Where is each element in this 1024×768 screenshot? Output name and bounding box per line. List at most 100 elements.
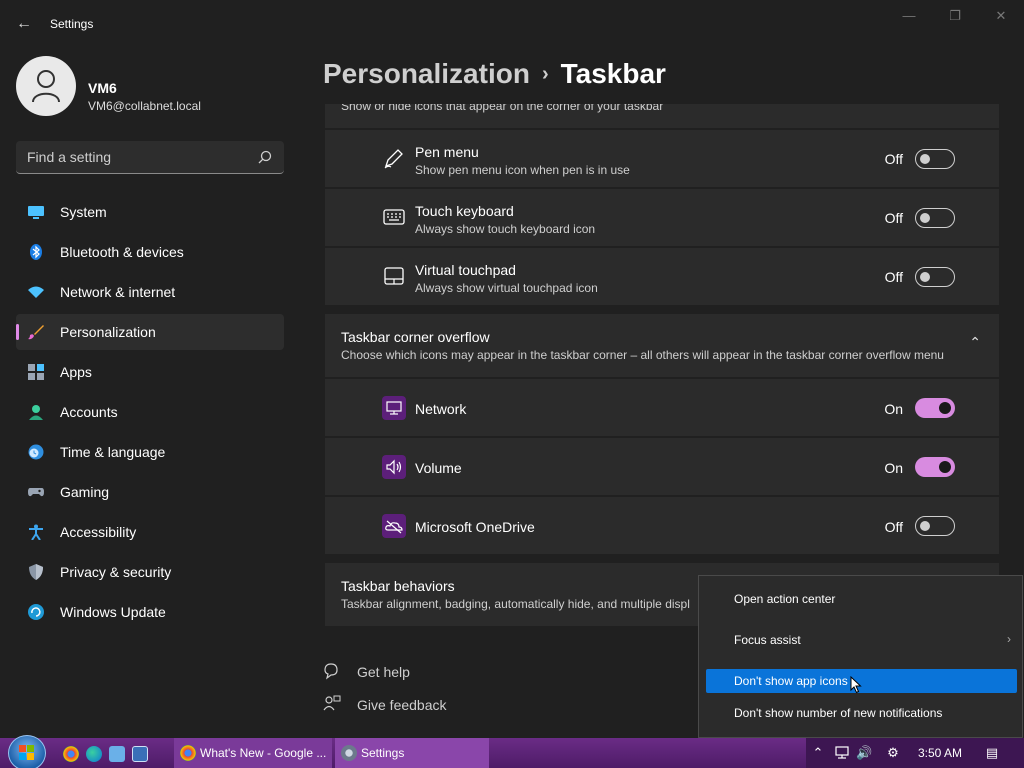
tray-chevron-up-icon[interactable]: ⌃: [810, 745, 826, 761]
mouse-cursor-icon: [850, 676, 862, 694]
user-email: VM6@collabnet.local: [88, 99, 201, 113]
virtual-touchpad-row: Virtual touchpad Always show virtual tou…: [325, 248, 999, 305]
apps-icon: [28, 364, 44, 380]
start-button[interactable]: [8, 735, 46, 768]
sidebar-item-network[interactable]: Network & internet: [16, 274, 284, 310]
get-help-link[interactable]: Get help: [357, 664, 410, 680]
chevron-right-icon: ›: [1007, 632, 1011, 646]
row-subtitle: Always show virtual touchpad icon: [415, 281, 598, 295]
sidebar-item-system[interactable]: System: [16, 194, 284, 230]
network-overflow-row: Network On: [325, 379, 999, 436]
user-profile[interactable]: VM6 VM6@collabnet.local: [16, 56, 296, 118]
toggle-knob: [920, 272, 930, 282]
pen-menu-toggle[interactable]: [915, 149, 955, 169]
corner-icons-subtitle: Show or hide icons that appear on the co…: [341, 104, 664, 113]
sidebar-nav: System Bluetooth & devices Network & int…: [16, 194, 284, 634]
feedback-icon: [323, 695, 341, 711]
menu-item-dont-show-notification-count[interactable]: Don't show number of new notifications: [706, 701, 1017, 725]
sidebar-item-apps[interactable]: Apps: [16, 354, 284, 390]
toggle-knob: [939, 402, 951, 414]
person-icon: [29, 405, 43, 420]
page-title: Taskbar: [560, 58, 666, 89]
sidebar-item-label: Network & internet: [60, 284, 176, 300]
sidebar-item-accessibility[interactable]: Accessibility: [16, 514, 284, 550]
close-button[interactable]: ✕: [978, 6, 1024, 36]
toggle-state-label: Off: [884, 210, 903, 226]
toggle-state-label: Off: [884, 519, 903, 535]
row-title: Touch keyboard: [415, 203, 514, 219]
taskbar-clock[interactable]: 3:50 AM: [918, 746, 962, 760]
desktop-quicklaunch-icon[interactable]: [132, 746, 148, 762]
sidebar-item-bluetooth[interactable]: Bluetooth & devices: [16, 234, 284, 270]
section-subtitle: Taskbar alignment, badging, automaticall…: [341, 597, 690, 611]
edge-quicklaunch-icon[interactable]: [86, 746, 102, 762]
menu-item-label: Don't show app icons: [734, 674, 848, 688]
row-title: Volume: [415, 460, 462, 476]
tray-settings-icon[interactable]: ⚙: [885, 745, 901, 761]
virtual-touchpad-toggle[interactable]: [915, 267, 955, 287]
section-subtitle: Choose which icons may appear in the tas…: [341, 348, 944, 362]
user-avatar-icon: [32, 70, 60, 103]
back-arrow-icon: ←: [16, 15, 32, 32]
volume-overflow-row: Volume On: [325, 438, 999, 495]
breadcrumb-parent[interactable]: Personalization: [323, 58, 530, 89]
explorer-quicklaunch-icon[interactable]: [109, 746, 125, 762]
volume-toggle[interactable]: [915, 457, 955, 477]
minimize-button[interactable]: —: [886, 6, 932, 36]
maximize-button[interactable]: ❐: [932, 6, 978, 36]
sidebar-item-label: Time & language: [60, 444, 166, 460]
sidebar-item-gaming[interactable]: Gaming: [16, 474, 284, 510]
bluetooth-icon: [30, 244, 42, 260]
toggle-state-label: On: [884, 460, 903, 476]
touch-keyboard-toggle[interactable]: [915, 208, 955, 228]
row-title: Network: [415, 401, 467, 417]
back-button[interactable]: ←: [12, 12, 36, 36]
taskbar-corner-icons-header: Show or hide icons that appear on the co…: [325, 104, 999, 128]
user-name: VM6: [88, 80, 117, 96]
sidebar-item-windows-update[interactable]: Windows Update: [16, 594, 284, 630]
touchpad-icon: [384, 267, 404, 285]
notification-center-icon[interactable]: ▤: [982, 745, 1002, 761]
help-icon: [324, 663, 338, 680]
minimize-icon: —: [902, 8, 916, 23]
give-feedback-link[interactable]: Give feedback: [357, 697, 447, 713]
tray-context-menu: Open action center Focus assist › Don't s…: [698, 575, 1023, 738]
onedrive-app-icon: [382, 514, 406, 538]
keyboard-icon: [383, 209, 405, 225]
search-input[interactable]: Find a setting: [16, 141, 284, 174]
onedrive-toggle[interactable]: [915, 516, 955, 536]
menu-item-label: Open action center: [734, 592, 836, 606]
chrome-quicklaunch-icon[interactable]: [63, 746, 79, 762]
menu-item-open-action-center[interactable]: Open action center: [706, 587, 1017, 611]
breadcrumb: Personalization › Taskbar: [323, 58, 666, 90]
settings-gear-icon: [341, 745, 357, 761]
toggle-state-label: Off: [884, 151, 903, 167]
system-tray: ⌃ 🔊 ⚙ 3:50 AM ▤: [806, 738, 1024, 768]
pen-icon: [384, 149, 403, 169]
toggle-knob: [920, 213, 930, 223]
sidebar-item-personalization[interactable]: Personalization: [16, 314, 284, 350]
maximize-icon: ❐: [949, 8, 961, 23]
collapse-chevron-icon[interactable]: ⌃: [969, 334, 981, 351]
sidebar-item-privacy[interactable]: Privacy & security: [16, 554, 284, 590]
sidebar-item-time-language[interactable]: Time & language: [16, 434, 284, 470]
toggle-state-label: On: [884, 401, 903, 417]
tray-volume-icon[interactable]: 🔊: [856, 745, 872, 761]
pen-menu-row: Pen menu Show pen menu icon when pen is …: [325, 130, 999, 187]
network-toggle[interactable]: [915, 398, 955, 418]
wifi-icon: [28, 286, 44, 298]
sidebar-item-label: Accounts: [60, 404, 118, 420]
sidebar-item-label: Accessibility: [60, 524, 137, 540]
taskbar-corner-overflow-header[interactable]: Taskbar corner overflow Choose which ico…: [325, 314, 999, 377]
sidebar-item-accounts[interactable]: Accounts: [16, 394, 284, 430]
row-title: Pen menu: [415, 144, 479, 160]
taskbar-task-settings[interactable]: Settings: [335, 738, 489, 768]
sidebar-item-label: Gaming: [60, 484, 110, 500]
task-label: What's New - Google ...: [200, 746, 327, 760]
section-title: Taskbar behaviors: [341, 578, 455, 594]
touch-keyboard-row: Touch keyboard Always show touch keyboar…: [325, 189, 999, 246]
row-subtitle: Show pen menu icon when pen is in use: [415, 163, 630, 177]
tray-network-icon[interactable]: [834, 745, 850, 761]
menu-item-focus-assist[interactable]: Focus assist ›: [706, 628, 1017, 652]
taskbar-task-chrome[interactable]: What's New - Google ...: [174, 738, 332, 768]
